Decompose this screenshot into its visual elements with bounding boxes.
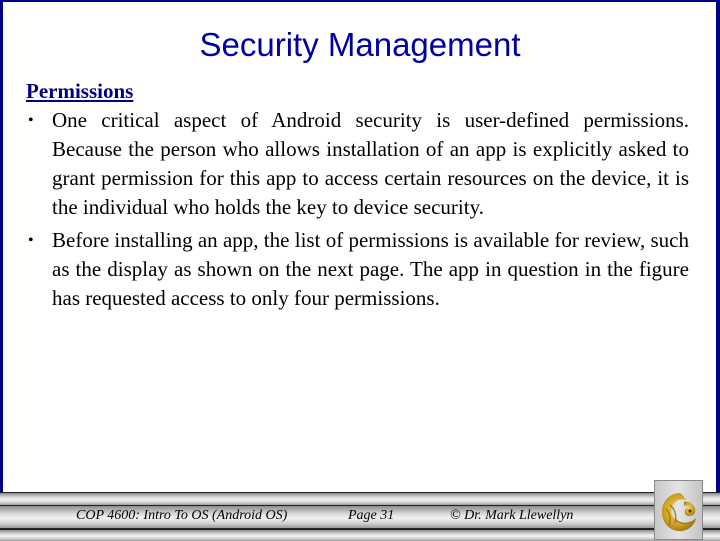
bullet-list: • One critical aspect of Android securit… [26,106,689,313]
slide-title: Security Management [199,26,521,63]
ucf-pegasus-logo-icon [661,493,696,532]
footer-band-top [0,492,720,505]
footer-copyright: © Dr. Mark Llewellyn [450,508,574,523]
footer-course: COP 4600: Intro To OS (Android OS) [76,508,288,523]
bullet-text: One critical aspect of Android security … [52,108,689,219]
bullet-text: Before installing an app, the list of pe… [52,228,689,310]
footer-band-bottom [0,529,720,541]
footer-page-number: Page 31 [348,508,395,523]
section-heading: Permissions [26,79,134,103]
bullet-icon: • [28,232,34,249]
bullet-icon: • [28,112,34,129]
logo-box [654,480,703,540]
slide-content: Permissions • One critical aspect of And… [26,77,689,317]
bullet-item: • Before installing an app, the list of … [26,226,689,313]
bullet-item: • One critical aspect of Android securit… [26,106,689,222]
footer-bar: COP 4600: Intro To OS (Android OS) Page … [0,492,720,541]
